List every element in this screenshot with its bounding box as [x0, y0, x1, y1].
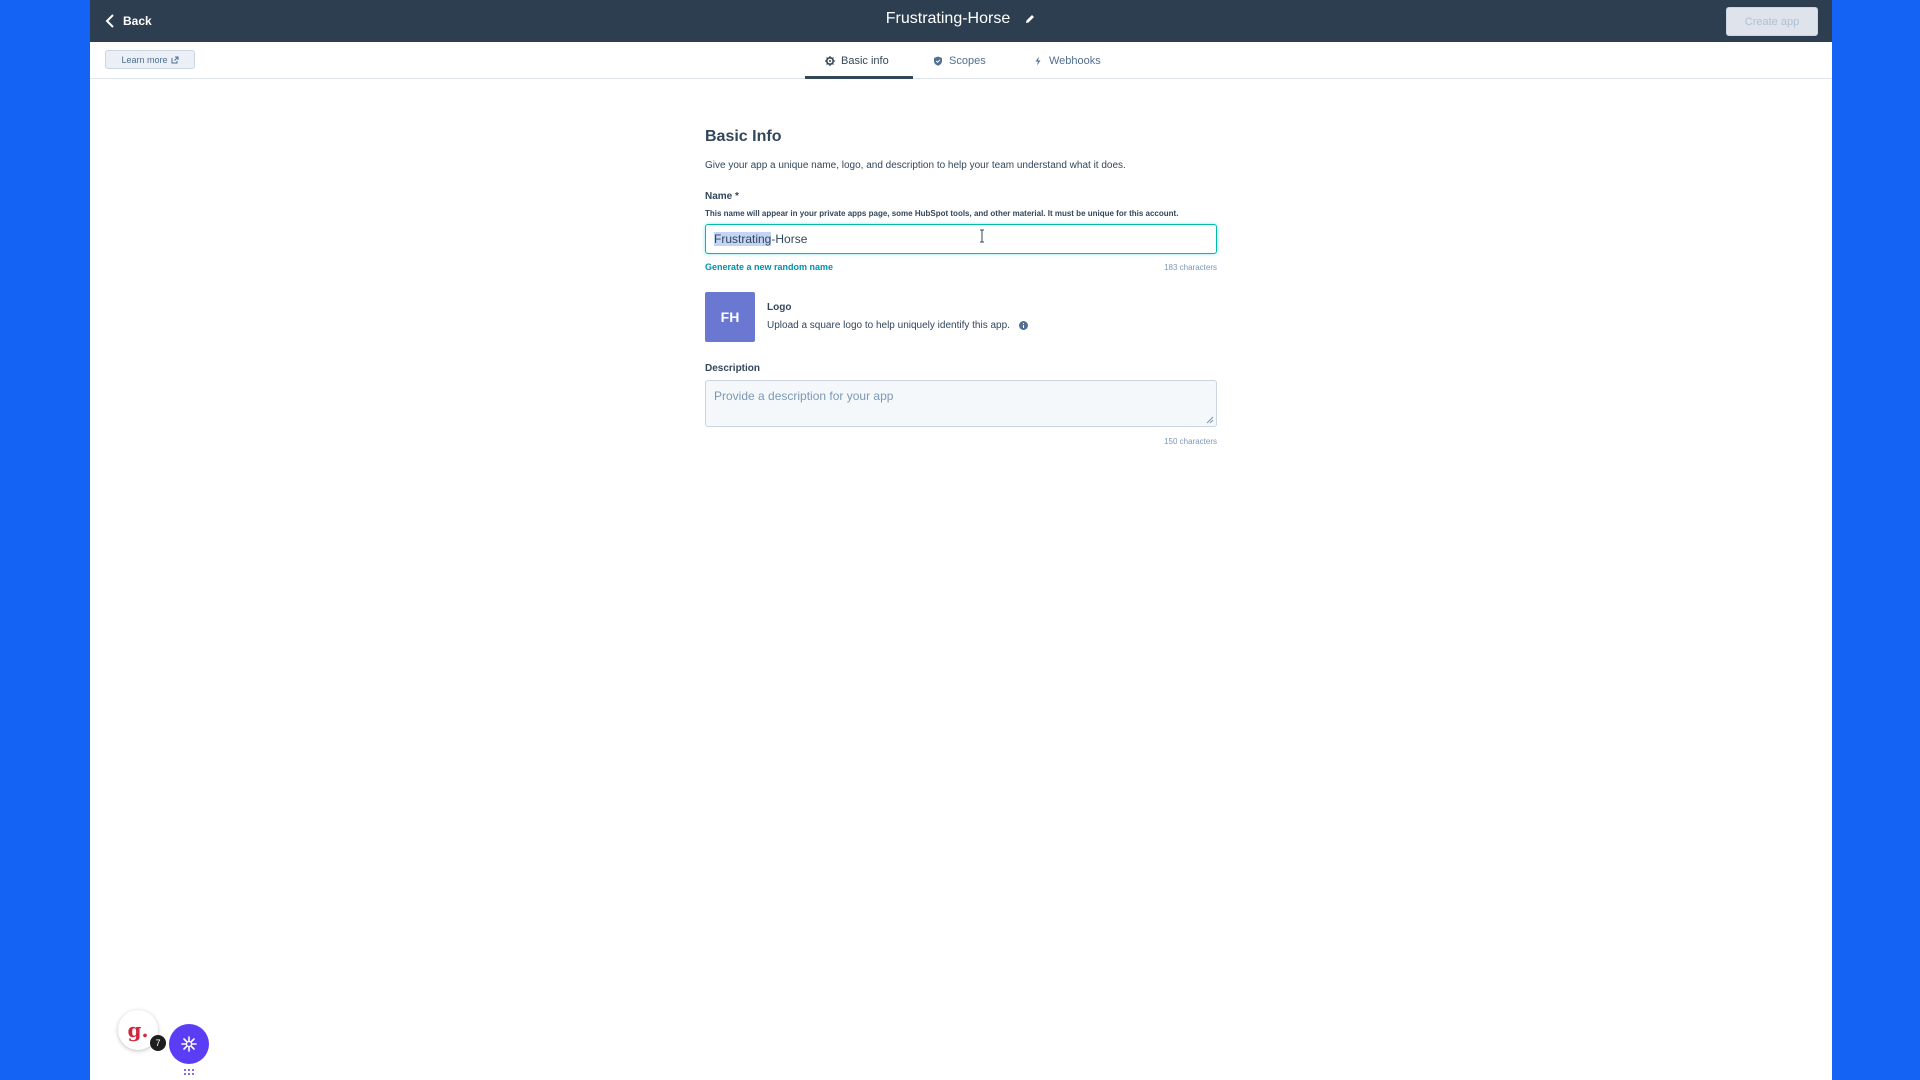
logo-help-text: Upload a square logo to help uniquely id… [767, 320, 1010, 331]
bolt-icon [1035, 56, 1041, 65]
name-footer: Generate a new random name 183 character… [705, 262, 1217, 272]
tab-basic-info[interactable]: Basic info [805, 42, 913, 79]
pencil-icon[interactable] [1024, 13, 1036, 25]
notification-badge: 7 [150, 1035, 166, 1051]
description-character-counter: 150 characters [1164, 437, 1217, 446]
sparkle-icon [181, 1036, 197, 1052]
basic-info-form: Basic Info Give your app a unique name, … [705, 128, 1217, 446]
info-icon[interactable] [1018, 321, 1028, 330]
name-help-text: This name will appear in your private ap… [705, 209, 1179, 218]
name-input[interactable]: Frustrating -Horse [705, 224, 1217, 254]
name-character-counter: 183 characters [1164, 262, 1217, 272]
app-window: Back Frustrating-Horse Create app Learn … [90, 0, 1832, 1080]
tab-bar: Basic info Scopes Webhooks [805, 42, 1123, 79]
description-textarea[interactable]: Provide a description for your app [705, 380, 1217, 427]
tab-basic-info-label: Basic info [841, 54, 889, 67]
logo-label: Logo [767, 302, 792, 313]
intro-text: Give your app a unique name, logo, and d… [705, 160, 1126, 171]
resize-handle-icon[interactable] [1206, 416, 1214, 424]
shield-icon [934, 56, 942, 66]
page-title: Basic Info [705, 128, 782, 145]
assistant-button[interactable] [169, 1024, 209, 1064]
tab-scopes-label: Scopes [949, 54, 986, 67]
description-label: Description [705, 363, 761, 374]
top-bar: Back Frustrating-Horse Create app [90, 0, 1832, 42]
app-title: Frustrating-Horse [90, 10, 1832, 28]
learn-more-label: Learn more [121, 54, 168, 65]
name-input-selected-text: Frustrating [714, 232, 772, 246]
gear-icon [825, 55, 835, 66]
logo-help: Upload a square logo to help uniquely id… [767, 320, 1028, 331]
learn-more-button[interactable]: Learn more [105, 50, 195, 69]
tab-webhooks[interactable]: Webhooks [1013, 42, 1123, 79]
logo-text: Logo Upload a square logo to help unique… [767, 292, 1028, 342]
tab-scopes[interactable]: Scopes [913, 42, 1013, 79]
name-input-rest-text: -Horse [771, 232, 808, 246]
text-cursor-icon [980, 229, 984, 243]
sub-bar: Learn more Basic info Scopes Webhooks [90, 42, 1832, 79]
create-app-button[interactable]: Create app [1726, 7, 1818, 36]
tab-webhooks-label: Webhooks [1049, 54, 1101, 67]
drag-grip-icon[interactable] [183, 1068, 195, 1076]
logo-upload[interactable]: FH [705, 292, 755, 342]
external-link-icon [171, 56, 179, 63]
name-label: Name * [705, 191, 739, 202]
description-placeholder: Provide a description for your app [714, 389, 894, 403]
app-title-text: Frustrating-Horse [885, 10, 1011, 27]
logo-section: FH Logo Upload a square logo to help uni… [705, 292, 1217, 342]
generate-random-name-link[interactable]: Generate a new random name [705, 262, 833, 272]
